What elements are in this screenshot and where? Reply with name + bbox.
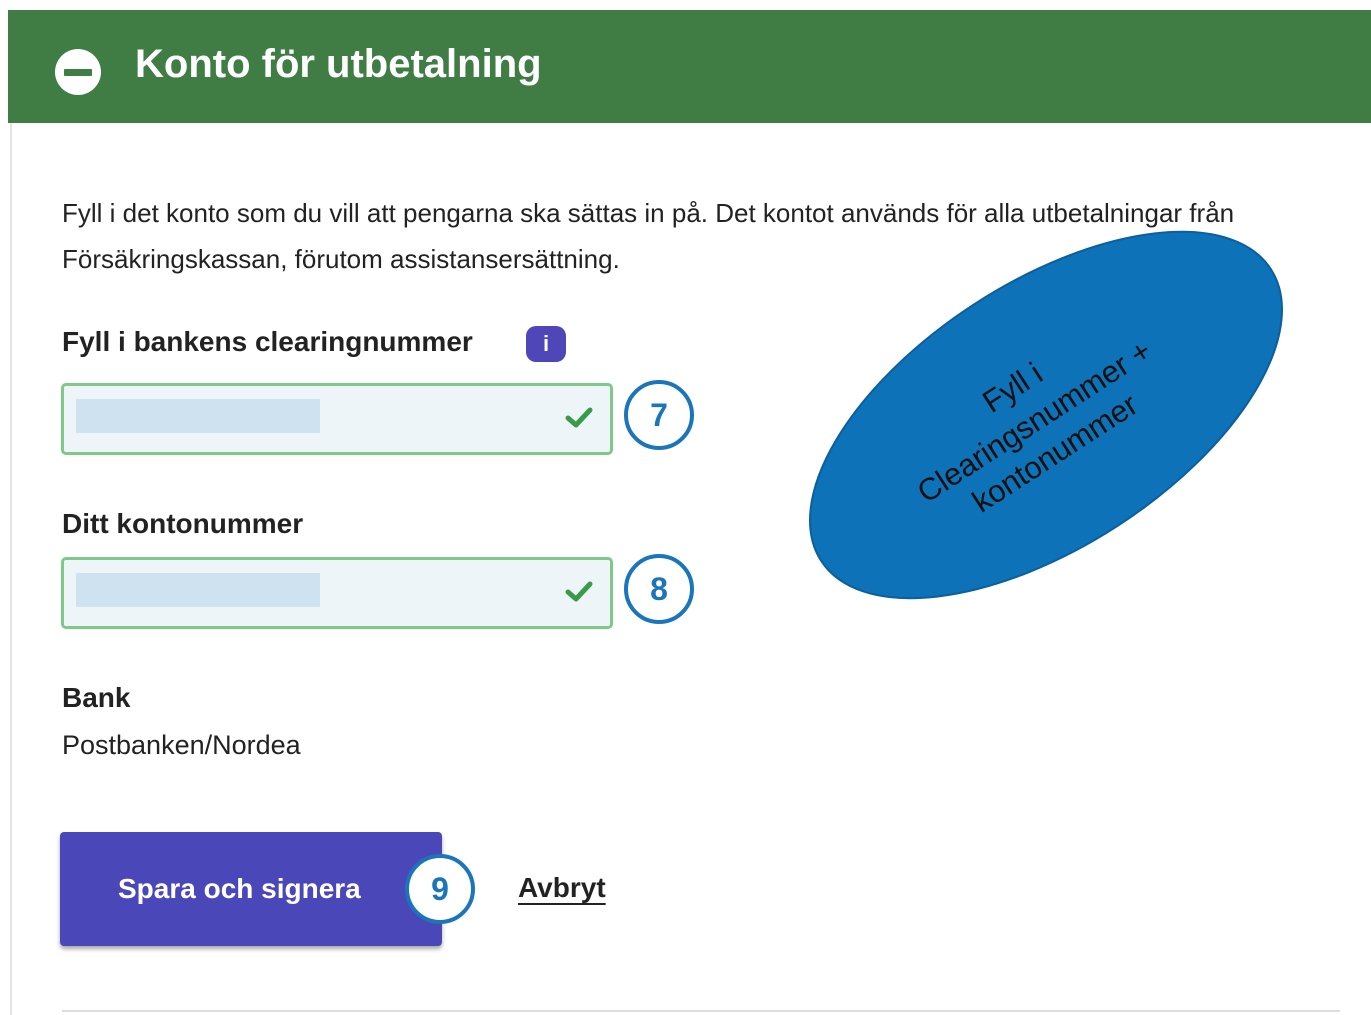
checkmark-icon [565, 407, 593, 428]
account-label: Ditt kontonummer [62, 508, 304, 539]
clearing-number-input[interactable] [61, 383, 613, 455]
bank-value: Postbanken/Nordea [62, 730, 301, 760]
section-header[interactable]: Konto för utbetalning [8, 10, 1371, 123]
minus-circle-icon[interactable] [55, 49, 101, 95]
bank-label: Bank [62, 682, 131, 713]
section-title: Konto för utbetalning [135, 42, 542, 86]
divider [62, 1010, 1340, 1012]
info-icon[interactable]: i [526, 326, 566, 362]
step-marker-8: 8 [624, 554, 694, 624]
redacted-value [76, 399, 320, 433]
step-marker-9: 9 [405, 854, 475, 924]
save-and-sign-button[interactable]: Spara och signera [60, 832, 442, 946]
clearing-label: Fyll i bankens clearingnummer [62, 326, 473, 357]
cancel-link[interactable]: Avbryt [518, 872, 606, 904]
panel-border [10, 122, 12, 1015]
intro-text: Fyll i det konto som du vill att pengarn… [62, 198, 1235, 274]
checkmark-icon [565, 581, 593, 602]
account-number-input[interactable] [61, 557, 613, 629]
redacted-value [76, 573, 320, 607]
step-marker-7: 7 [624, 380, 694, 450]
